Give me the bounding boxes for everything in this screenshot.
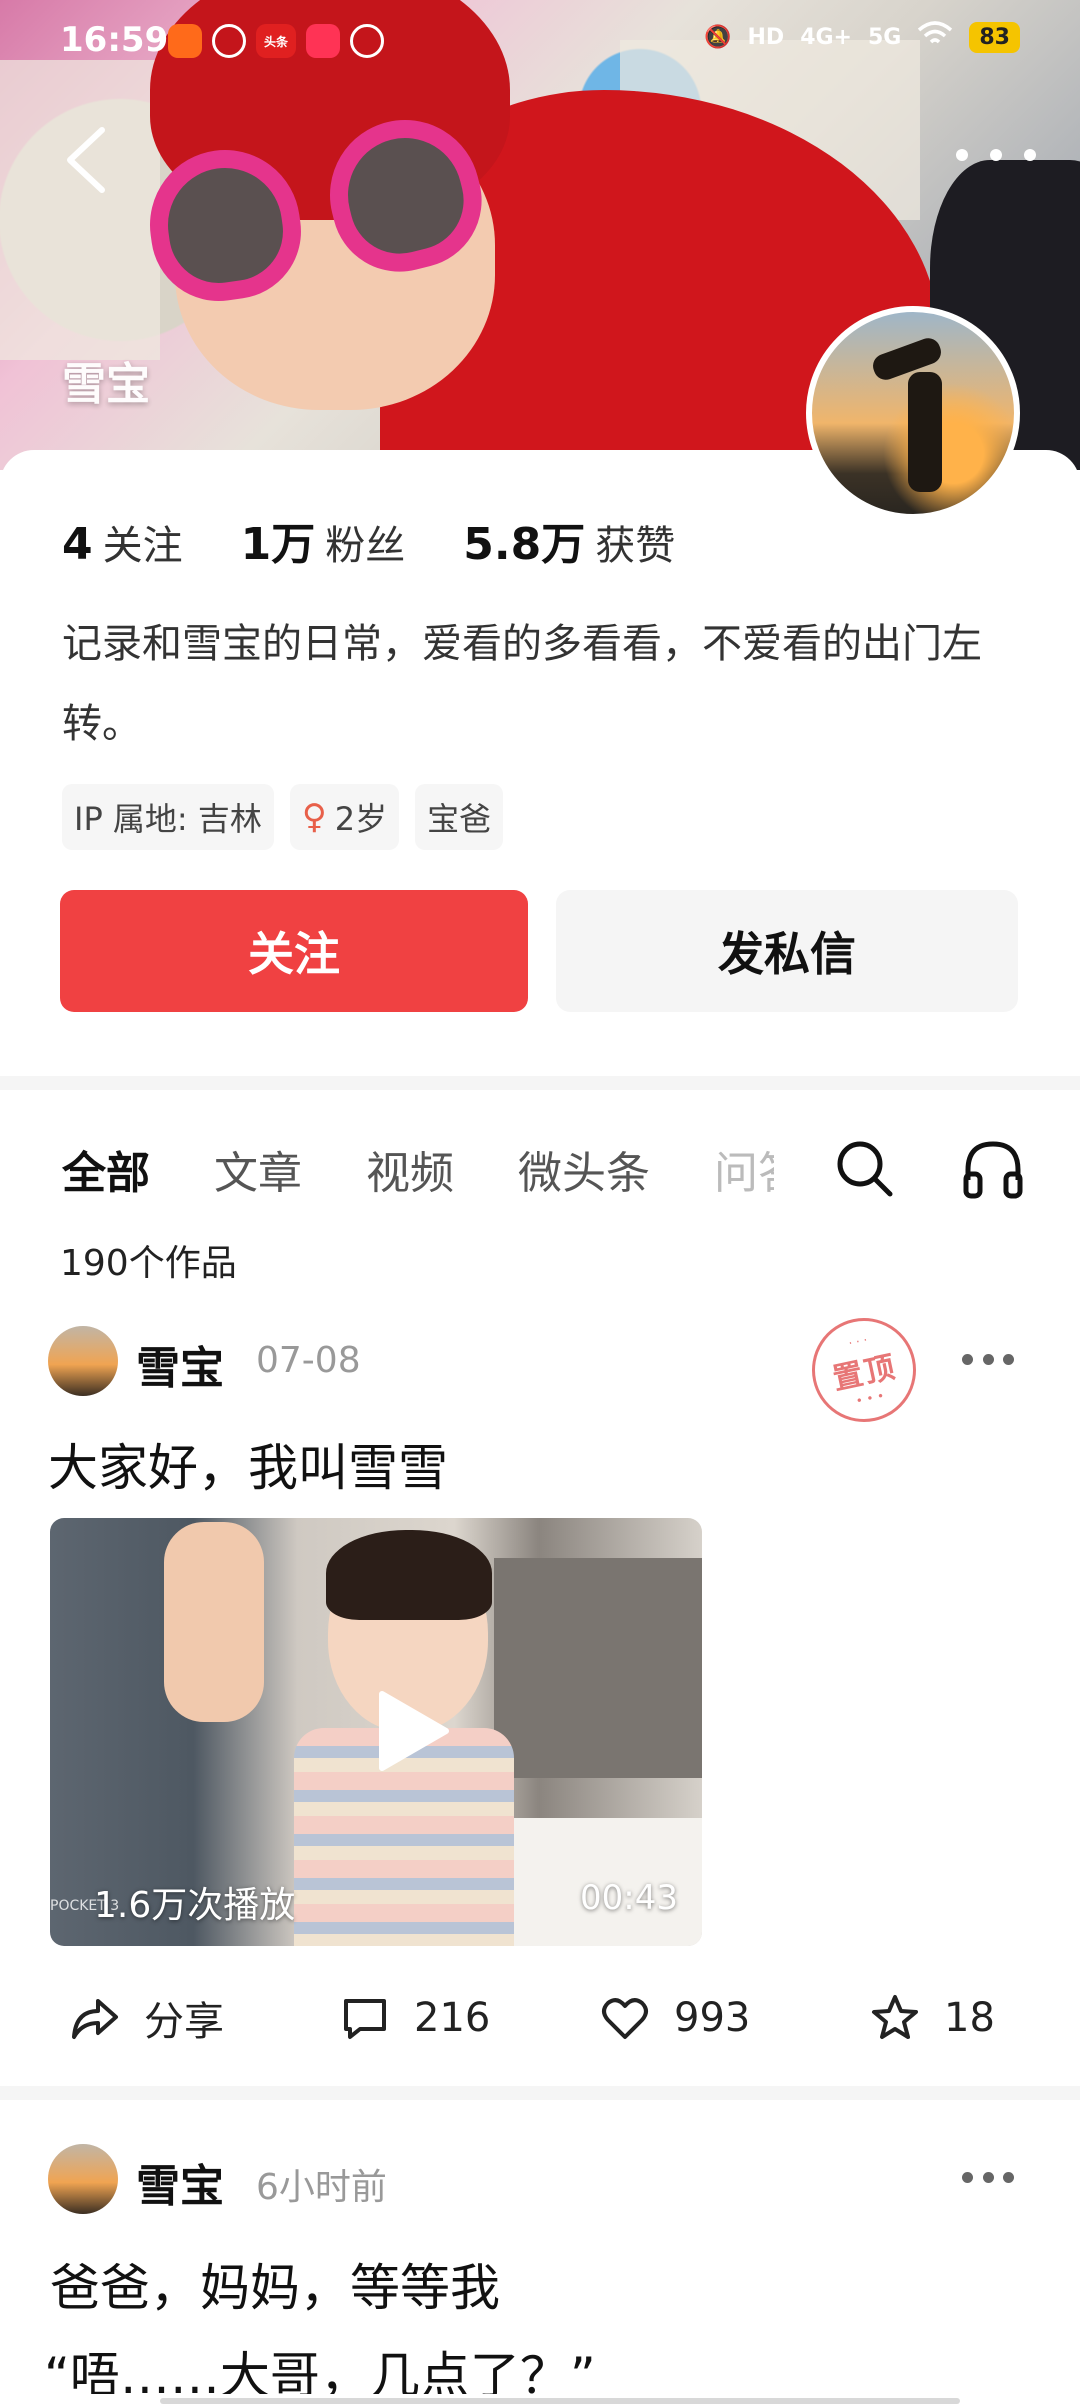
more-dot-icon xyxy=(990,149,1002,161)
status-bar: 16:59 头条 🔕 HD 4G+ 5G 83 xyxy=(0,0,1080,84)
status-notification-icons: 头条 xyxy=(168,24,384,58)
more-dot-icon xyxy=(962,2172,973,2183)
tab-qa[interactable]: 问答 xyxy=(714,1137,774,1201)
more-dot-icon xyxy=(1003,2172,1014,2183)
notification-app-icon xyxy=(306,24,340,58)
wechat-icon xyxy=(212,24,246,58)
post-time: 6小时前 xyxy=(256,2167,387,2208)
tag-ip-location: IP 属地: 吉林 xyxy=(62,784,274,850)
tab-micro-posts[interactable]: 微头条 xyxy=(518,1137,650,1201)
post-time: 07-08 xyxy=(256,1340,361,1381)
notification-app-icon xyxy=(350,24,384,58)
back-button[interactable] xyxy=(58,120,118,200)
stat-number: 5.8万 xyxy=(463,519,586,570)
comment-button[interactable]: 216 xyxy=(340,1993,600,2043)
share-button[interactable]: 分享 xyxy=(70,1989,340,2047)
video-scene-wall xyxy=(494,1558,702,1778)
profile-stats: 4 关注 1万 粉丝 5.8万 获赞 xyxy=(62,508,733,572)
like-count: 993 xyxy=(674,1995,751,2041)
section-divider xyxy=(0,2086,1080,2100)
video-duration: 00:43 xyxy=(580,1878,678,1918)
search-button[interactable] xyxy=(834,1136,896,1202)
video-scene-hand xyxy=(164,1522,264,1722)
post-title[interactable]: 爸爸，妈妈，等等我 xyxy=(50,2248,500,2320)
post-author-name[interactable]: 雪宝 xyxy=(136,1332,224,1396)
more-options-button[interactable] xyxy=(956,130,1036,180)
favorite-button[interactable]: 18 xyxy=(870,1993,995,2043)
video-play-count: 1.6万次播放 xyxy=(94,1885,296,1926)
profile-bio: 记录和雪宝的日常，爱看的多看看，不爱看的出门左转。 xyxy=(62,621,982,747)
wifi-icon xyxy=(917,20,953,54)
post-title[interactable]: 大家好，我叫雪雪 xyxy=(48,1428,448,1500)
stat-likes[interactable]: 5.8万 获赞 xyxy=(463,508,675,572)
post-author-avatar[interactable] xyxy=(48,1326,118,1396)
stat-label: 关注 xyxy=(102,523,183,569)
video-scene-hair xyxy=(326,1530,492,1620)
battery-level: 83 xyxy=(969,21,1020,53)
content-tabs: 全部 文章 视频 微头条 问答 xyxy=(62,1136,838,1202)
post-more-button[interactable] xyxy=(962,1354,1014,1368)
cover-display-name: 雪宝 xyxy=(62,359,150,410)
share-icon xyxy=(72,1999,118,2039)
post-author-avatar[interactable] xyxy=(48,2144,118,2214)
stat-followers[interactable]: 1万 粉丝 xyxy=(241,508,406,572)
4g-signal: 4G+ xyxy=(800,24,852,50)
profile-tags: IP 属地: 吉林 ♀ 2岁 宝爸 xyxy=(62,784,504,850)
send-message-button[interactable]: 发私信 xyxy=(556,890,1018,1012)
section-divider xyxy=(0,1076,1080,1090)
favorite-count: 18 xyxy=(944,1995,995,2041)
follow-button[interactable]: 关注 xyxy=(60,890,528,1012)
comment-icon xyxy=(344,1999,386,2039)
more-dot-icon xyxy=(982,2172,994,2183)
stat-label: 获赞 xyxy=(595,523,676,569)
profile-avatar[interactable] xyxy=(806,306,1020,520)
search-icon xyxy=(837,1141,893,1197)
play-button[interactable] xyxy=(376,1690,450,1772)
tab-videos[interactable]: 视频 xyxy=(366,1137,454,1201)
chevron-left-icon xyxy=(67,127,105,193)
pinned-badge: · · · 置顶 • • • xyxy=(802,1308,926,1432)
tag-age-text: 2岁 xyxy=(334,800,388,838)
cover-shelf xyxy=(0,60,160,360)
play-icon xyxy=(379,1691,449,1771)
works-count: 190个作品 xyxy=(60,1243,237,1284)
post-more-button[interactable] xyxy=(962,2172,1014,2186)
status-time: 16:59 xyxy=(60,20,169,60)
stat-number: 1万 xyxy=(240,519,316,570)
comment-count: 216 xyxy=(414,1995,491,2041)
more-dot-icon xyxy=(962,1354,973,1365)
mute-icon: 🔕 xyxy=(704,24,732,50)
female-icon: ♀ xyxy=(301,797,327,837)
avatar-figure xyxy=(908,372,942,492)
more-dot-icon xyxy=(1003,1354,1014,1365)
like-button[interactable]: 993 xyxy=(600,1993,870,2043)
pinned-label: 置顶 xyxy=(829,1349,900,1398)
tag-role: 宝爸 xyxy=(415,784,504,850)
star-icon xyxy=(872,1995,918,2039)
share-label: 分享 xyxy=(144,1999,224,2045)
tag-age: ♀ 2岁 xyxy=(289,784,400,850)
tab-articles[interactable]: 文章 xyxy=(214,1137,302,1201)
home-indicator-bar[interactable] xyxy=(160,2398,960,2404)
headphones-icon xyxy=(963,1141,1023,1199)
heart-icon xyxy=(602,1998,648,2039)
status-right-icons: 🔕 HD 4G+ 5G 83 xyxy=(704,20,1020,54)
post-author-name[interactable]: 雪宝 xyxy=(136,2150,224,2214)
notification-app-icon xyxy=(168,24,202,58)
more-dot-icon xyxy=(956,149,968,161)
stat-label: 粉丝 xyxy=(325,523,406,569)
tab-all[interactable]: 全部 xyxy=(62,1137,150,1201)
more-dot-icon xyxy=(982,1354,994,1365)
stat-following[interactable]: 4 关注 xyxy=(62,513,183,571)
listen-button[interactable] xyxy=(960,1136,1026,1202)
video-thumbnail[interactable]: POCKET 3 1.6万次播放 00:43 xyxy=(50,1518,702,1946)
post-actions: 分享 216 993 18 xyxy=(70,1990,1010,2046)
stat-number: 4 xyxy=(62,519,93,570)
toutiao-icon: 头条 xyxy=(256,24,296,58)
hd-signal: HD xyxy=(747,24,785,50)
more-dot-icon xyxy=(1024,149,1036,161)
5g-signal: 5G xyxy=(868,24,902,50)
